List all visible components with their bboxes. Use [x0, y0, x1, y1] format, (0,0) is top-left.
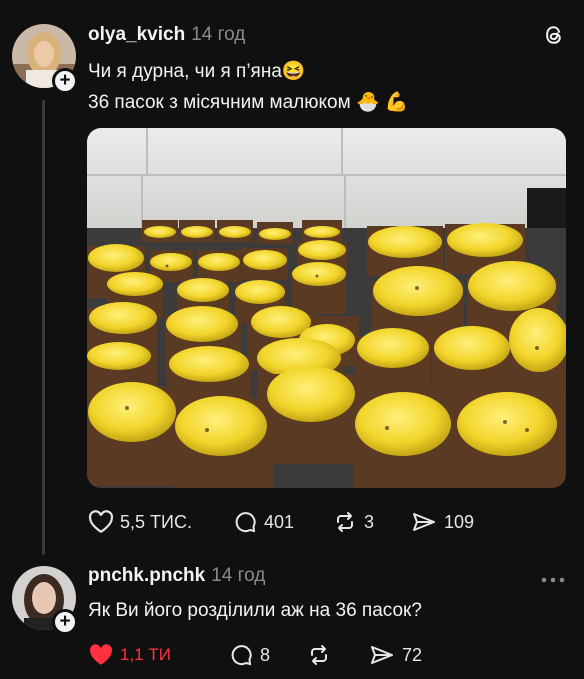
repost-icon	[332, 510, 358, 534]
comment-icon	[228, 643, 254, 667]
like-count: 5,5 тис.	[120, 511, 192, 532]
like-button[interactable]: 5,5 тис.	[88, 510, 192, 534]
share-icon	[368, 643, 396, 667]
chick-muscle-emoji-icon: 🐣 💪	[355, 92, 409, 113]
reply-share-button[interactable]: 72	[368, 643, 422, 667]
post-image[interactable]	[87, 128, 566, 488]
share-count: 109	[444, 511, 475, 532]
reply-like-count: 1,1 ти	[120, 645, 171, 664]
reply-comment-count: 8	[260, 644, 271, 665]
post-header: olya_kvich 14 год	[88, 24, 528, 50]
reply-header: pnchk.pnchk 14 год	[88, 565, 508, 591]
post-text-line-1: Чи я дурна, чи я п’яна😆	[88, 59, 306, 83]
share-icon	[410, 510, 438, 534]
post-username[interactable]: olya_kvich	[88, 24, 185, 45]
more-icon[interactable]	[540, 572, 566, 583]
heart-icon	[88, 510, 114, 534]
reply-comment-button[interactable]: 8	[228, 643, 270, 667]
threads-logo-icon[interactable]	[543, 24, 565, 46]
repost-count: 3	[364, 511, 375, 532]
post-time: 14 год	[191, 24, 246, 45]
comment-count: 401	[264, 511, 295, 532]
reply-username[interactable]: pnchk.pnchk	[88, 565, 205, 586]
post-text-line-2: 36 пасок з місячним малюком 🐣 💪	[88, 90, 409, 114]
share-button[interactable]: 109	[410, 510, 474, 534]
heart-filled-icon	[88, 643, 114, 667]
thread-connector-line	[42, 100, 45, 555]
repost-icon	[306, 643, 332, 667]
reply-repost-button[interactable]	[306, 643, 332, 667]
repost-button[interactable]: 3	[332, 510, 374, 534]
reply-like-button[interactable]: 1,1 ти	[88, 643, 171, 667]
comment-button[interactable]: 401	[232, 510, 294, 534]
reply-text: Як Ви його розділили аж на 36 пасок?	[88, 600, 422, 621]
laughing-emoji-icon: 😆	[281, 61, 306, 82]
follow-plus-button[interactable]: +	[52, 68, 78, 94]
reply-share-count: 72	[402, 644, 423, 665]
comment-icon	[232, 510, 258, 534]
reply-time: 14 год	[211, 565, 266, 586]
post-text-2: 36 пасок з місячним малюком	[88, 92, 351, 113]
post-text-1: Чи я дурна, чи я п’яна	[88, 61, 282, 82]
reply-follow-plus-button[interactable]: +	[52, 609, 78, 635]
